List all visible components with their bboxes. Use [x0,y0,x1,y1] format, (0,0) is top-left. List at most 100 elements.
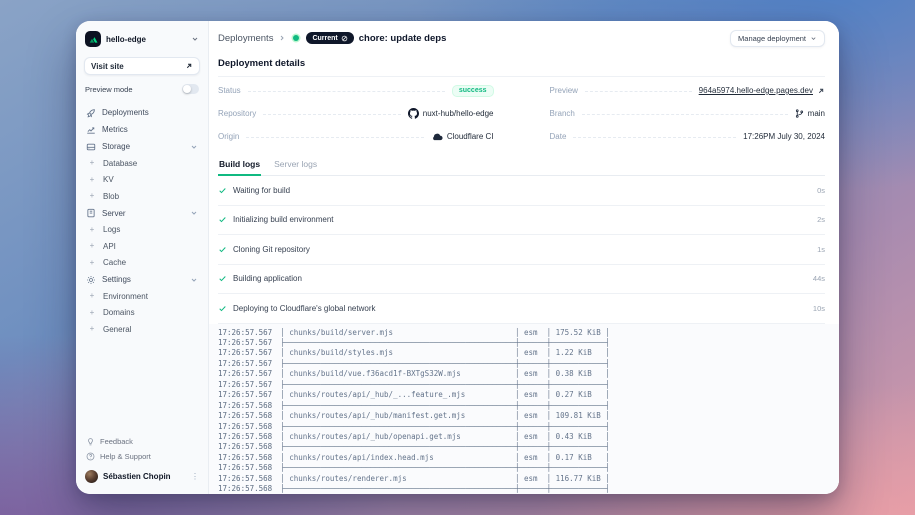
visit-site-button[interactable]: Visit site [84,57,200,75]
external-arrow-icon [185,62,193,70]
kebab-menu-icon[interactable]: ⋮ [191,475,199,478]
step-label: Cloning Git repository [233,245,310,254]
origin-value: Cloudflare CI [447,132,494,141]
branch-value: main [808,109,825,118]
sidebar-item-server[interactable]: Server [84,205,200,222]
repository-value[interactable]: nuxt-hub/hello-edge [423,109,494,118]
build-step-row[interactable]: Deploying to Cloudflare's global network… [218,294,825,324]
server-subnav: + Logs + API + Cache [84,222,200,272]
log-time: 17:26:57.567 [218,359,272,369]
breadcrumb-deployments[interactable]: Deployments [218,33,273,44]
log-line: 17:26:57.568├───────────────────────────… [218,484,839,494]
log-line: 17:26:57.568│ chunks/routes/api/_hub/man… [218,411,839,421]
log-text: ├───────────────────────────────────────… [280,401,610,411]
sidebar-subitem[interactable]: + Database [84,155,200,172]
sidebar-item-deployments[interactable]: Deployments [84,104,200,121]
sidebar-subitem[interactable]: + KV [84,172,200,189]
log-text: │ chunks/routes/api/_hub/_...feature_.mj… [280,390,610,400]
build-step-row[interactable]: Initializing build environment 2s [218,206,825,236]
sidebar-subitem[interactable]: + API [84,238,200,255]
sidebar-subitem[interactable]: + General [84,321,200,338]
server-icon [86,208,96,218]
site-switcher[interactable]: hello-edge [85,31,199,47]
plus-icon: + [87,309,97,317]
git-branch-icon [795,109,804,118]
repository-label: Repository [218,109,256,118]
slash-circle-icon [341,35,348,42]
sidebar-subitem[interactable]: + Domains [84,305,200,322]
log-line: 17:26:57.568├───────────────────────────… [218,422,839,432]
manage-deployment-button[interactable]: Manage deployment [730,30,825,47]
step-duration: 10s [813,304,825,313]
plus-icon: + [87,176,97,184]
sidebar-item-help[interactable]: Help & Support [84,449,200,464]
log-time: 17:26:57.568 [218,474,272,484]
detail-row-status: Status success [218,79,494,102]
log-time: 17:26:57.567 [218,328,272,338]
tab-server-logs[interactable]: Server logs [273,155,318,175]
check-icon [218,274,227,283]
date-label: Date [550,132,567,141]
sidebar-item-feedback[interactable]: Feedback [84,434,200,449]
log-text: ├───────────────────────────────────────… [280,463,610,473]
log-line: 17:26:57.568 │ chunks/routes/api/index.he… [218,453,839,463]
check-icon [218,245,227,254]
preview-link[interactable]: 964a5974.hello-edge.pages.dev [699,86,813,95]
leader-line [263,114,401,115]
log-line: 17:26:57.567│ chunks/routes/api/_hub/_..… [218,390,839,400]
log-text: ├───────────────────────────────────────… [280,484,610,494]
log-text: │ chunks/routes/api/_hub/manifest.get.mj… [280,411,610,421]
sidebar-subitem[interactable]: + Cache [84,255,200,272]
sidebar-item-settings[interactable]: Settings [84,271,200,288]
build-step-row[interactable]: Waiting for build 0s [218,176,825,206]
external-link-icon[interactable] [817,87,825,95]
log-time: 17:26:57.568 [218,422,272,432]
user-menu[interactable]: Sébastien Chopin ⋮ [84,467,200,486]
detail-row-branch: Branch main [550,102,826,125]
sidebar: hello-edge Visit site Preview mode Deplo… [76,21,209,494]
leader-line [246,137,423,138]
log-text: │ chunks/routes/api/index.head.mjs │ esm… [280,453,610,463]
log-time: 17:26:57.567 [218,348,272,358]
step-label: Initializing build environment [233,215,334,224]
site-name: hello-edge [106,35,186,44]
log-line: 17:26:57.567│ chunks/build/styles.mjs │ … [218,348,839,358]
preview-mode-toggle[interactable] [182,84,199,94]
breadcrumb: Deployments Current chore: update deps [218,32,730,44]
tab-build-logs[interactable]: Build logs [218,155,261,176]
gear-icon [86,275,96,285]
log-line: 17:26:57.567├───────────────────────────… [218,359,839,369]
sidebar-subitem[interactable]: + Environment [84,288,200,305]
plus-icon: + [87,259,97,267]
current-status-dot [293,35,299,41]
plus-icon: + [87,242,97,250]
plus-icon: + [87,325,97,333]
nuxthub-logo-icon [85,31,101,47]
storage-subnav: + Database + KV + Blob [84,155,200,205]
log-time: 17:26:57.568 [218,432,272,442]
build-step-row[interactable]: Building application 44s [218,265,825,295]
sidebar-item-metrics[interactable]: Metrics [84,121,200,138]
sidebar-nav: Deployments Metrics Storage + Database [84,104,200,338]
chevron-down-icon [810,35,817,42]
chart-icon [86,125,96,135]
build-step-row[interactable]: Cloning Git repository 1s [218,235,825,265]
leader-line [585,91,692,92]
step-duration: 2s [817,215,825,224]
log-tabs: Build logs Server logs [218,155,825,176]
log-time: 17:26:57.567 [218,369,272,379]
step-label: Deploying to Cloudflare's global network [233,304,376,313]
sidebar-item-storage[interactable]: Storage [84,138,200,155]
log-line: 17:26:57.567├───────────────────────────… [218,380,839,390]
log-text: ├───────────────────────────────────────… [280,338,610,348]
sidebar-subitem[interactable]: + Blob [84,188,200,205]
help-circle-icon [86,452,95,461]
sidebar-subitem[interactable]: + Logs [84,222,200,239]
github-icon [408,108,419,119]
step-duration: 1s [817,245,825,254]
step-label: Building application [233,274,302,283]
log-text: │ chunks/routes/api/_hub/openapi.get.mjs… [280,432,610,442]
log-time: 17:26:57.568 [218,453,272,463]
chevron-down-icon [190,209,198,217]
log-text: │ chunks/build/vue.f36acd1f-BXTgS32W.mjs… [280,369,610,379]
